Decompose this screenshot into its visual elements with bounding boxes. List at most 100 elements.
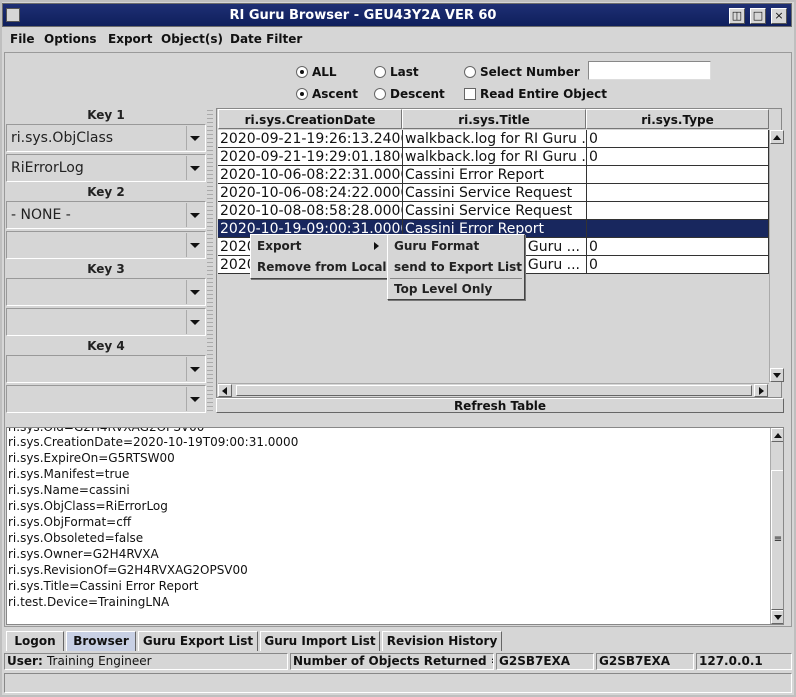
radio-all-indicator[interactable] (296, 65, 308, 78)
key1-field-value: ri.sys.ObjClass (8, 126, 187, 150)
tab-guru-export-list[interactable]: Guru Export List (138, 631, 258, 651)
cell-title: Cassini Service Request (403, 202, 587, 220)
submenu-arrow-icon (374, 242, 379, 250)
menu-export[interactable]: Export (104, 30, 156, 48)
cell-creation-date: 2020-09-21-19:26:13.2400 (218, 130, 403, 148)
window-menu-icon[interactable] (6, 8, 20, 22)
menu-file[interactable]: File (6, 30, 39, 48)
chevron-down-icon[interactable] (186, 387, 204, 411)
submenu-item-send-to-export-list[interactable]: send to Export List (390, 257, 522, 277)
menu-objects[interactable]: Object(s) (157, 30, 227, 48)
key1-field-combo[interactable]: ri.sys.ObjClass (6, 124, 206, 152)
table-row[interactable]: 2020-10-08-08:58:28.0000 Cassini Service… (218, 202, 769, 220)
table-horizontal-scrollbar[interactable] (218, 383, 769, 397)
read-entire-object-label: Read Entire Object (480, 86, 607, 101)
cell-title: Cassini Service Request (403, 184, 587, 202)
key4-header: Key 4 (87, 339, 125, 353)
chevron-down-icon[interactable] (186, 156, 204, 180)
title-bar[interactable]: RI Guru Browser - GEU43Y2A VER 60 ◫ □ × (2, 3, 792, 27)
scroll-thumb[interactable] (236, 385, 752, 396)
key3-field-combo[interactable] (6, 278, 206, 306)
maximize-icon[interactable]: □ (750, 8, 766, 24)
context-menu: Export Remove from Local (250, 234, 388, 279)
tab-guru-import-list[interactable]: Guru Import List (260, 631, 380, 651)
key4-value (8, 387, 187, 411)
close-icon[interactable]: × (771, 8, 787, 24)
details-vertical-scrollbar[interactable]: ≡ (770, 428, 783, 624)
menu-bar: File Options Export Object(s) Date Filte… (2, 28, 792, 50)
key2-value (8, 233, 187, 257)
key4-field-combo[interactable] (6, 355, 206, 383)
menu-date-filter[interactable]: Date Filter (226, 30, 306, 48)
cell-type (587, 184, 769, 202)
refresh-table-button[interactable]: Refresh Table (216, 398, 784, 413)
detail-line: ri.sys.Obsoleted=false (8, 531, 144, 545)
key1-value-combo[interactable]: RiErrorLog (6, 154, 206, 182)
chevron-down-icon[interactable] (186, 126, 204, 150)
chevron-down-icon[interactable] (186, 357, 204, 381)
scroll-down-icon[interactable] (770, 368, 784, 382)
cell-creation-date: 2020-10-08-08:58:28.0000 (218, 202, 403, 220)
context-item-export[interactable]: Export (253, 236, 385, 256)
key2-field-combo[interactable]: - NONE - (6, 201, 206, 229)
radio-ascent[interactable]: Ascent (296, 84, 358, 102)
radio-last-indicator[interactable] (374, 65, 386, 78)
radio-last[interactable]: Last (374, 62, 419, 80)
chevron-down-icon[interactable] (186, 310, 204, 334)
chevron-down-icon[interactable] (186, 233, 204, 257)
detail-line: ri.sys.ObjFormat=cff (8, 515, 132, 529)
read-entire-object-checkbox[interactable]: Read Entire Object (464, 84, 607, 102)
cell-creation-date: 2020-10-06-08:22:31.0000 (218, 166, 403, 184)
radio-ascent-label: Ascent (312, 86, 358, 101)
scroll-down-icon[interactable] (771, 610, 783, 624)
tab-logon[interactable]: Logon (6, 631, 64, 651)
radio-ascent-indicator[interactable] (296, 87, 308, 100)
table-row[interactable]: 2020-09-21-19:26:13.2400 walkback.log fo… (218, 130, 769, 148)
key3-value-combo[interactable] (6, 308, 206, 336)
cell-type: 0 (587, 238, 769, 256)
key4-value-combo[interactable] (6, 385, 206, 413)
table-row[interactable]: 2020-10-06-08:24:22.0000 Cassini Service… (218, 184, 769, 202)
read-entire-object-box[interactable] (464, 87, 476, 100)
detail-line: ri.test.Device=TrainingLNA (8, 595, 170, 609)
cell-type: 0 (587, 148, 769, 166)
radio-select-number-indicator[interactable] (464, 65, 476, 78)
radio-all-label: ALL (312, 64, 337, 79)
scroll-up-icon[interactable] (771, 428, 783, 442)
radio-all[interactable]: ALL (296, 62, 337, 80)
tab-browser[interactable]: Browser (66, 631, 136, 651)
scroll-left-icon[interactable] (218, 384, 232, 397)
minimize-icon[interactable]: ◫ (729, 8, 745, 24)
export-submenu: Guru Format send to Export List Top Leve… (387, 234, 525, 300)
radio-descent-indicator[interactable] (374, 87, 386, 100)
object-details-text[interactable]: ri.sys.Oid=G2H4RVXAG2OPSV00 ri.sys.Creat… (6, 427, 784, 625)
context-item-remove-from-local[interactable]: Remove from Local (253, 257, 387, 277)
table-row[interactable]: 2020-10-06-08:22:31.0000 Cassini Error R… (218, 166, 769, 184)
scroll-up-icon[interactable] (770, 130, 784, 144)
radio-descent-label: Descent (390, 86, 445, 101)
table-row[interactable]: 2020-09-21-19:29:01.1800 walkback.log fo… (218, 148, 769, 166)
submenu-item-top-level-only[interactable]: Top Level Only (390, 279, 522, 299)
select-number-input[interactable] (588, 61, 711, 80)
column-header-title[interactable]: ri.sys.Title (402, 109, 586, 129)
status-user-label: User: (7, 654, 43, 668)
detail-line: ri.sys.Owner=G2H4RVXA (8, 547, 159, 561)
radio-select-number[interactable]: Select Number (464, 62, 580, 80)
submenu-item-guru-format[interactable]: Guru Format (390, 236, 522, 256)
panel-splitter[interactable] (207, 107, 213, 412)
table-vertical-scrollbar[interactable] (769, 130, 784, 382)
radio-descent[interactable]: Descent (374, 84, 445, 102)
chevron-down-icon[interactable] (186, 280, 204, 304)
column-header-type[interactable]: ri.sys.Type (586, 109, 769, 129)
menu-options[interactable]: Options (40, 30, 101, 48)
column-header-creation-date[interactable]: ri.sys.CreationDate (218, 109, 402, 129)
radio-last-label: Last (390, 64, 419, 79)
detail-line: ri.sys.ObjClass=RiErrorLog (8, 499, 168, 513)
key2-value-combo[interactable] (6, 231, 206, 259)
status-object-count: Number of Objects Returned = 8 (290, 653, 494, 670)
tab-revision-history[interactable]: Revision History (382, 631, 502, 651)
scroll-thumb-grip-icon[interactable]: ≡ (771, 470, 783, 610)
scroll-right-icon[interactable] (754, 384, 768, 397)
chevron-down-icon[interactable] (186, 203, 204, 227)
cell-type (587, 202, 769, 220)
